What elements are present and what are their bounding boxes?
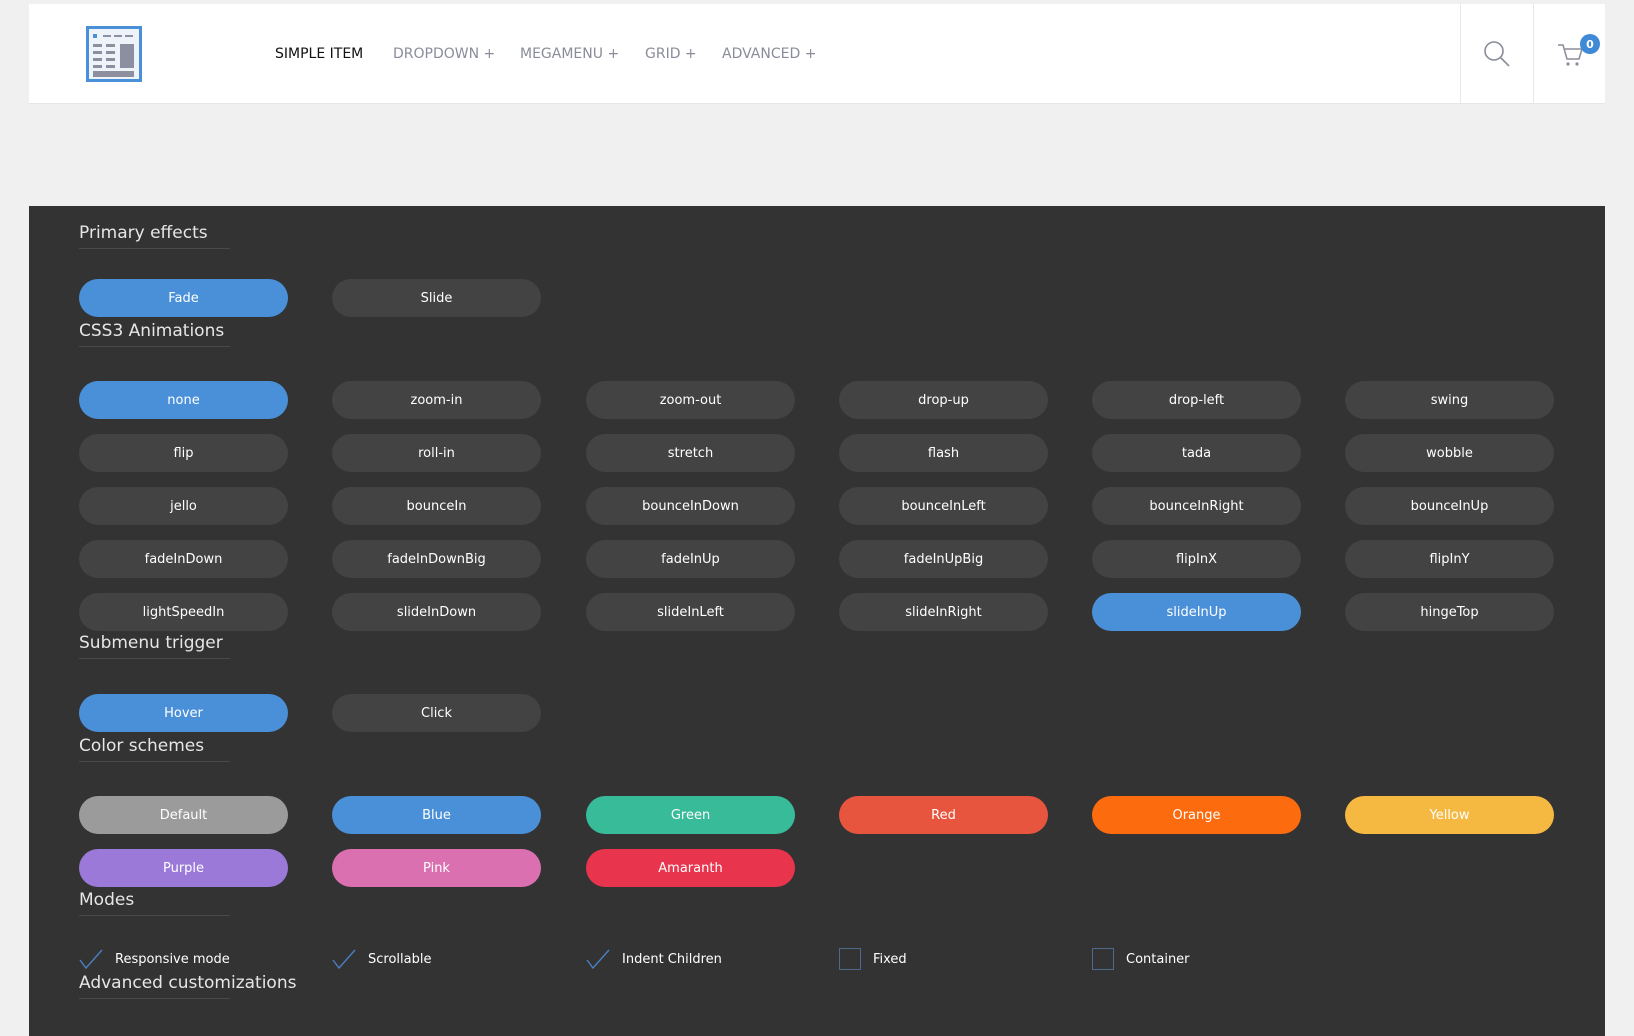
animation-option-roll-in[interactable]: roll-in <box>332 434 541 472</box>
animation-option-flip[interactable]: flip <box>79 434 288 472</box>
animation-option-flash[interactable]: flash <box>839 434 1048 472</box>
logo[interactable] <box>86 26 142 82</box>
animation-option-bounceinright[interactable]: bounceInRight <box>1092 487 1301 525</box>
color-scheme-red[interactable]: Red <box>839 796 1048 834</box>
color-scheme-orange[interactable]: Orange <box>1092 796 1301 834</box>
checkbox-empty-icon <box>839 948 861 970</box>
animation-option-bouncein[interactable]: bounceIn <box>332 487 541 525</box>
effect-option-fade[interactable]: Fade <box>79 279 288 317</box>
animation-option-wobble[interactable]: wobble <box>1345 434 1554 472</box>
nav-simple-item[interactable]: SIMPLE ITEM <box>275 46 363 62</box>
animation-option-slideinup[interactable]: slideInUp <box>1092 593 1301 631</box>
nav-advanced[interactable]: ADVANCED + <box>722 46 816 62</box>
animation-option-fadeinupbig[interactable]: fadeInUpBig <box>839 540 1048 578</box>
animation-option-slideindown[interactable]: slideInDown <box>332 593 541 631</box>
mode-fixed[interactable]: Fixed <box>839 948 907 970</box>
animation-option-fadeindown[interactable]: fadeInDown <box>79 540 288 578</box>
color-scheme-blue[interactable]: Blue <box>332 796 541 834</box>
nav-megamenu[interactable]: MEGAMENU + <box>520 46 619 62</box>
mode-label: Scrollable <box>368 951 432 967</box>
mode-indent-children[interactable]: Indent Children <box>586 948 722 970</box>
animation-option-fadeinup[interactable]: fadeInUp <box>586 540 795 578</box>
animation-option-drop-up[interactable]: drop-up <box>839 381 1048 419</box>
animation-option-slideinright[interactable]: slideInRight <box>839 593 1048 631</box>
color-scheme-pink[interactable]: Pink <box>332 849 541 887</box>
color-scheme-default[interactable]: Default <box>79 796 288 834</box>
animation-option-stretch[interactable]: stretch <box>586 434 795 472</box>
animation-option-tada[interactable]: tada <box>1092 434 1301 472</box>
settings-panel: Primary effects Fade Slide CSS3 Animations n… <box>29 206 1605 1036</box>
search-icon <box>1484 41 1510 67</box>
mode-label: Container <box>1126 951 1190 967</box>
color-scheme-amaranth[interactable]: Amaranth <box>586 849 795 887</box>
trigger-option-hover[interactable]: Hover <box>79 694 288 732</box>
color-scheme-green[interactable]: Green <box>586 796 795 834</box>
color-scheme-yellow[interactable]: Yellow <box>1345 796 1554 834</box>
section-heading-submenu-trigger: Submenu trigger <box>79 633 230 659</box>
section-heading-css3-animations: CSS3 Animations <box>79 321 230 347</box>
animation-option-bounceinleft[interactable]: bounceInLeft <box>839 487 1048 525</box>
animation-option-none[interactable]: none <box>79 381 288 419</box>
animation-option-bounceinup[interactable]: bounceInUp <box>1345 487 1554 525</box>
animation-option-zoom-out[interactable]: zoom-out <box>586 381 795 419</box>
search-button[interactable] <box>1461 4 1533 104</box>
animation-option-drop-left[interactable]: drop-left <box>1092 381 1301 419</box>
cart-button[interactable]: 0 <box>1534 4 1606 104</box>
mode-scrollable[interactable]: Scrollable <box>332 948 431 970</box>
mode-label: Fixed <box>873 951 907 967</box>
section-heading-advanced-customizations: Advanced customizations <box>79 973 296 999</box>
animation-option-bounceindown[interactable]: bounceInDown <box>586 487 795 525</box>
animation-option-hingetop[interactable]: hingeTop <box>1345 593 1554 631</box>
trigger-option-click[interactable]: Click <box>332 694 541 732</box>
nav-grid[interactable]: GRID + <box>645 46 697 62</box>
color-scheme-purple[interactable]: Purple <box>79 849 288 887</box>
mode-label: Responsive mode <box>115 951 230 967</box>
mode-label: Indent Children <box>622 951 722 967</box>
checkmark-icon <box>332 949 356 970</box>
animation-option-flipiny[interactable]: flipInY <box>1345 540 1554 578</box>
checkmark-icon <box>79 949 103 970</box>
mode-responsive-mode[interactable]: Responsive mode <box>79 948 230 970</box>
section-heading-primary-effects: Primary effects <box>79 223 230 249</box>
animation-option-swing[interactable]: swing <box>1345 381 1554 419</box>
mode-container[interactable]: Container <box>1092 948 1190 970</box>
top-navbar: SIMPLE ITEM DROPDOWN + MEGAMENU + GRID +… <box>29 4 1605 104</box>
animation-option-zoom-in[interactable]: zoom-in <box>332 381 541 419</box>
section-heading-modes: Modes <box>79 890 230 916</box>
checkbox-empty-icon <box>1092 948 1114 970</box>
section-heading-color-schemes: Color schemes <box>79 736 230 762</box>
animation-option-slideinleft[interactable]: slideInLeft <box>586 593 795 631</box>
animation-option-fadeindownbig[interactable]: fadeInDownBig <box>332 540 541 578</box>
checkmark-icon <box>586 949 610 970</box>
animation-option-jello[interactable]: jello <box>79 487 288 525</box>
cart-count-badge: 0 <box>1580 34 1600 54</box>
animation-option-lightspeedin[interactable]: lightSpeedIn <box>79 593 288 631</box>
animation-option-flipinx[interactable]: flipInX <box>1092 540 1301 578</box>
effect-option-slide[interactable]: Slide <box>332 279 541 317</box>
nav-dropdown[interactable]: DROPDOWN + <box>393 46 495 62</box>
